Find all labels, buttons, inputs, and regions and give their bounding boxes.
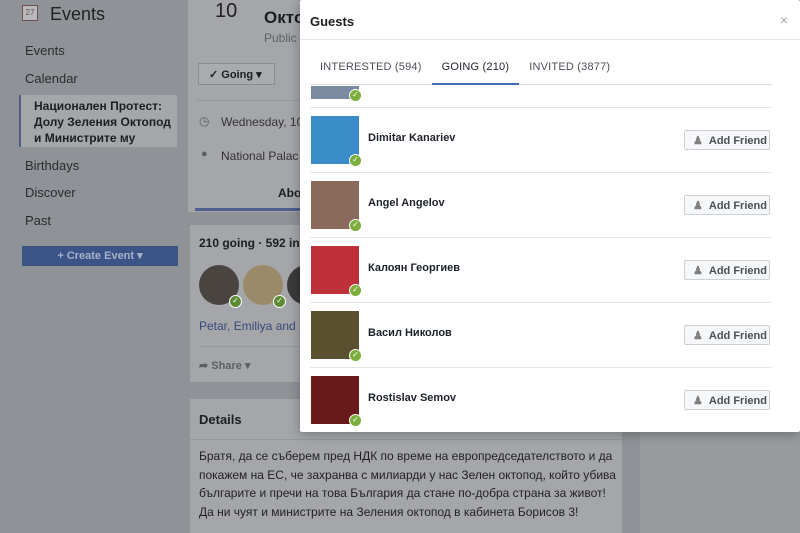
- list-item: ✓ Калоян Георгиев ♟ Add Friend: [310, 238, 772, 303]
- sidebar-item-discover[interactable]: Discover: [25, 185, 76, 200]
- add-friend-label: Add Friend: [708, 330, 767, 342]
- sidebar-title: Events: [50, 4, 106, 24]
- divider: [196, 100, 308, 101]
- add-friend-button[interactable]: ♟ Add Friend: [684, 260, 770, 280]
- dialog-title: Guests: [300, 0, 800, 40]
- going-summary[interactable]: 210 going · 592 in: [199, 236, 300, 250]
- close-icon[interactable]: ×: [780, 12, 788, 28]
- guest-name[interactable]: Angel Angelov: [368, 197, 445, 209]
- guest-name[interactable]: Rostislav Semov: [368, 392, 456, 404]
- add-friend-icon: ♟: [693, 330, 703, 342]
- friend-avatar[interactable]: ✓: [243, 265, 286, 308]
- add-friend-button[interactable]: ♟ Add Friend: [684, 130, 770, 150]
- going-check-icon: ✓: [349, 89, 362, 102]
- add-friend-label: Add Friend: [708, 395, 767, 407]
- list-item: ✓: [310, 86, 772, 108]
- list-item: ✓ Dimitar Kanariev ♟ Add Friend: [310, 108, 772, 173]
- going-check-icon: ✓: [349, 414, 362, 427]
- friends-going-text[interactable]: Petar, Emiliya and: [199, 319, 296, 333]
- guest-list[interactable]: ✓ ✓ Dimitar Kanariev ♟ Add Friend ✓ Angel …: [310, 86, 772, 432]
- clock-icon: ◷: [199, 114, 210, 128]
- guest-name[interactable]: Васил Николов: [368, 327, 452, 339]
- going-check-icon: ✓: [349, 219, 362, 232]
- add-friend-icon: ♟: [693, 395, 703, 407]
- guests-summary-card: 210 going · 592 in ✓ ✓ Petar, Emiliya an…: [190, 225, 327, 382]
- create-event-label: Create Event: [66, 250, 135, 262]
- sidebar-item-birthdays[interactable]: Birthdays: [25, 158, 79, 173]
- guest-avatar[interactable]: ✓: [311, 376, 362, 427]
- sidebar-item-calendar[interactable]: Calendar: [25, 71, 78, 86]
- friend-avatar[interactable]: ✓: [199, 265, 242, 308]
- divider: [199, 346, 310, 347]
- active-tab-indicator: [195, 208, 308, 211]
- event-header-card: 10 Октo Public ✓ Going ▾ ◷ Wednesday, 10…: [188, 0, 308, 212]
- guest-name[interactable]: Dimitar Kanariev: [368, 132, 455, 144]
- add-friend-button[interactable]: ♟ Add Friend: [684, 195, 770, 215]
- guest-name[interactable]: Калоян Георгиев: [368, 262, 460, 274]
- add-friend-icon: ♟: [693, 135, 703, 147]
- divider: [190, 439, 622, 440]
- add-friend-label: Add Friend: [708, 200, 767, 212]
- guest-avatar[interactable]: ✓: [311, 116, 362, 167]
- going-check-icon: ✓: [273, 295, 286, 308]
- add-friend-icon: ♟: [693, 265, 703, 277]
- add-friend-button[interactable]: ♟ Add Friend: [684, 325, 770, 345]
- guest-avatar[interactable]: ✓: [311, 246, 362, 297]
- guests-dialog: Guests × INTERESTED (594) GOING (210) IN…: [300, 0, 800, 432]
- add-friend-icon: ♟: [693, 200, 703, 212]
- add-friend-button[interactable]: ♟ Add Friend: [684, 390, 770, 410]
- location-icon: ●: [201, 148, 208, 160]
- going-button[interactable]: ✓ Going ▾: [198, 63, 275, 85]
- event-title: Октo: [264, 8, 305, 27]
- plus-icon: +: [57, 250, 67, 262]
- event-date: Wednesday, 10: [221, 115, 304, 129]
- right-column-card: [640, 432, 800, 533]
- guest-tabs: INTERESTED (594) GOING (210) INVITED (38…: [310, 56, 772, 85]
- sidebar-item-events[interactable]: Events: [25, 43, 65, 58]
- sidebar-item-past[interactable]: Past: [25, 213, 51, 228]
- event-day: 10: [215, 0, 238, 22]
- list-item: ✓ Васил Николов ♟ Add Friend: [310, 303, 772, 368]
- add-friend-label: Add Friend: [708, 135, 767, 147]
- add-friend-label: Add Friend: [708, 265, 767, 277]
- share-icon: ➦: [199, 360, 212, 372]
- tab-about[interactable]: Abo: [278, 186, 301, 200]
- event-privacy: Public: [264, 31, 297, 45]
- list-item: ✓ Angel Angelov ♟ Add Friend: [310, 173, 772, 238]
- tab-going[interactable]: GOING (210): [431, 56, 520, 85]
- events-calendar-icon: 27: [22, 5, 38, 21]
- guest-avatar[interactable]: ✓: [311, 86, 362, 102]
- share-button[interactable]: ➦ Share ▾: [199, 359, 250, 372]
- tab-invited[interactable]: INVITED (3877): [519, 56, 620, 85]
- going-check-icon: ✓: [229, 295, 242, 308]
- guest-avatar[interactable]: ✓: [311, 311, 362, 362]
- sidebar-item-current-event[interactable]: Национален Протест: Долу Зеления Октопод…: [19, 95, 177, 147]
- going-check-icon: ✓: [349, 349, 362, 362]
- list-item: ✓ Rostislav Semov ♟ Add Friend: [310, 368, 772, 432]
- share-label: Share: [211, 360, 242, 372]
- going-label: Going: [221, 69, 254, 81]
- guest-avatar[interactable]: ✓: [311, 181, 362, 232]
- going-check-icon: ✓: [349, 284, 362, 297]
- details-text: Братя, да се съберем пред НДК по време н…: [199, 449, 616, 519]
- tab-interested[interactable]: INTERESTED (594): [310, 56, 432, 85]
- create-event-button[interactable]: + Create Event ▾: [22, 246, 178, 266]
- event-location[interactable]: National Palac: [221, 149, 298, 163]
- going-check-icon: ✓: [349, 154, 362, 167]
- details-title: Details: [199, 412, 242, 427]
